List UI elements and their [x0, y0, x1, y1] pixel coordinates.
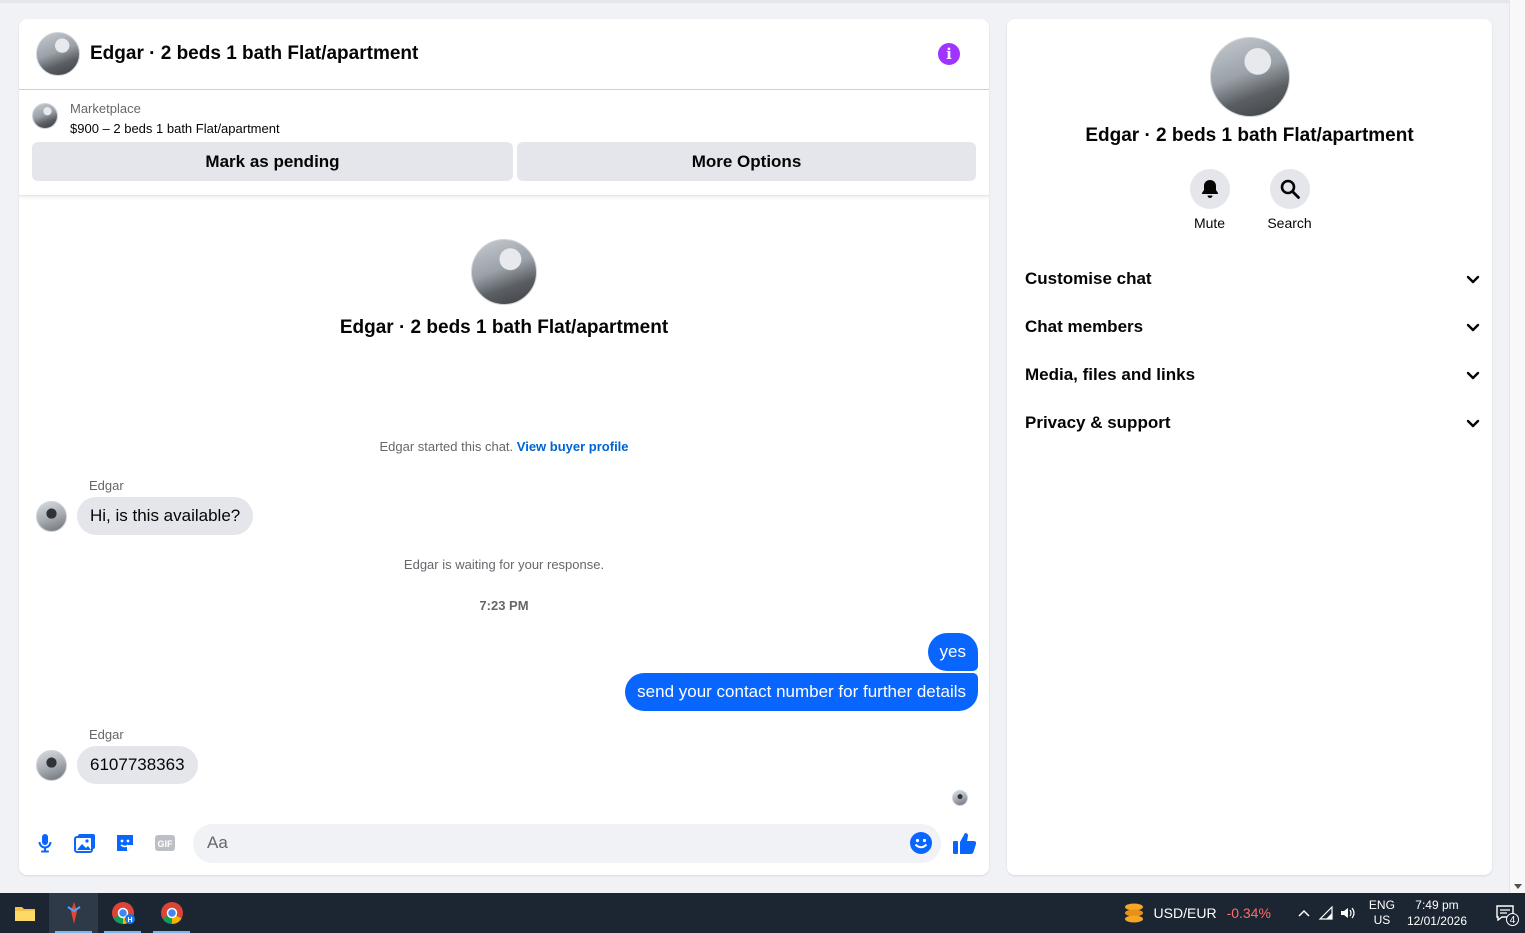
thread-intro-avatar[interactable]	[471, 239, 537, 305]
mute-label: Mute	[1193, 215, 1226, 231]
section-label: Customise chat	[1025, 269, 1152, 288]
message-input[interactable]	[207, 833, 909, 853]
chevron-down-icon	[1466, 275, 1480, 283]
sender-name: Edgar	[89, 727, 124, 742]
chat-started-text: Edgar started this chat.	[379, 439, 514, 454]
top-border	[0, 0, 1525, 3]
sender-avatar[interactable]	[36, 749, 67, 781]
listing-price-title[interactable]: $900 – 2 beds 1 bath Flat/apartment	[70, 121, 280, 136]
bell-icon[interactable]	[1189, 169, 1230, 209]
photo-icon[interactable]	[73, 831, 97, 855]
taskbar: H USD/EUR -0.34% ENG US 7:49 pm 12/01/20…	[0, 893, 1525, 933]
listing-thumbnail[interactable]	[32, 103, 58, 129]
listing-row[interactable]: Marketplace $900 – 2 beds 1 bath Flat/ap…	[32, 100, 976, 136]
search-label: Search	[1267, 215, 1312, 231]
listing-card: Marketplace $900 – 2 beds 1 bath Flat/ap…	[19, 90, 989, 196]
ticker-change: -0.34%	[1226, 905, 1271, 921]
message-input-wrapper	[193, 823, 941, 863]
chat-avatar[interactable]	[36, 32, 80, 76]
sender-avatar[interactable]	[36, 500, 67, 532]
chat-panel: Edgar · 2 beds 1 bath Flat/apartment i M…	[19, 19, 989, 875]
section-label: Media, files and links	[1025, 365, 1196, 384]
clock[interactable]: 7:49 pm 12/01/2026	[1407, 897, 1467, 929]
incoming-message-bubble[interactable]: 6107738363	[77, 746, 198, 784]
info-sections: Customise chat Chat members Media, files…	[1007, 255, 1492, 447]
view-buyer-profile-link[interactable]: View buyer profile	[517, 439, 629, 454]
file-explorer-icon[interactable]	[0, 893, 49, 933]
search-icon[interactable]	[1269, 169, 1310, 209]
gif-icon[interactable]: GIF	[153, 831, 177, 855]
clock-date: 12/01/2026	[1406, 914, 1467, 928]
mark-as-pending-button[interactable]: Mark as pending	[32, 142, 513, 181]
language-indicator[interactable]: ENG US	[1369, 898, 1395, 928]
chrome-profile-icon[interactable]: H	[98, 893, 147, 933]
currency-ticker[interactable]: USD/EUR -0.34%	[1122, 902, 1271, 924]
scroll-down-arrow[interactable]	[1514, 884, 1522, 889]
thumbs-up-icon[interactable]	[951, 829, 979, 857]
section-label: Chat members	[1025, 317, 1144, 336]
seen-indicator-avatar	[952, 790, 968, 806]
chat-title[interactable]: Edgar · 2 beds 1 bath Flat/apartment	[90, 43, 938, 65]
chevron-up-icon[interactable]	[1293, 893, 1315, 933]
info-avatar[interactable]	[1209, 37, 1290, 117]
coins-icon	[1124, 903, 1143, 923]
volume-icon[interactable]	[1337, 893, 1359, 933]
info-title: Edgar · 2 beds 1 bath Flat/apartment	[1085, 125, 1414, 146]
outgoing-message-bubble[interactable]: send your contact number for further det…	[625, 673, 978, 711]
listing-source: Marketplace	[70, 101, 141, 116]
incoming-message: 6107738363	[36, 746, 198, 784]
search-action[interactable]: Search	[1267, 169, 1312, 231]
chevron-down-icon	[1466, 371, 1480, 379]
svg-text:GIF: GIF	[158, 839, 174, 849]
wifi-icon[interactable]	[1315, 893, 1337, 933]
notification-center-icon[interactable]: 4	[1485, 893, 1525, 933]
app-taskbar-icon[interactable]	[49, 893, 98, 933]
microphone-icon[interactable]	[33, 831, 57, 855]
notification-count: 4	[1506, 913, 1519, 926]
language-code: ENG	[1368, 898, 1395, 912]
waiting-notice: Edgar is waiting for your response.	[403, 557, 605, 572]
chat-header: Edgar · 2 beds 1 bath Flat/apartment i	[19, 19, 989, 90]
sticker-icon[interactable]	[113, 831, 137, 855]
incoming-message-bubble[interactable]: Hi, is this available?	[77, 497, 254, 535]
info-header: Edgar · 2 beds 1 bath Flat/apartment	[1007, 19, 1492, 147]
incoming-message: Hi, is this available?	[36, 497, 254, 535]
page-scrollbar[interactable]	[1509, 0, 1525, 893]
message-thread[interactable]: Edgar · 2 beds 1 bath Flat/apartment Edg…	[19, 196, 989, 816]
section-media-files-links[interactable]: Media, files and links	[1025, 351, 1480, 399]
listing-text: Marketplace $900 – 2 beds 1 bath Flat/ap…	[70, 100, 280, 136]
section-customise-chat[interactable]: Customise chat	[1025, 255, 1480, 303]
system-tray: USD/EUR -0.34% ENG US 7:49 pm 12/01/2026…	[1122, 893, 1525, 933]
outgoing-message-bubble[interactable]: yes	[927, 633, 978, 671]
chrome-icon[interactable]	[147, 893, 196, 933]
emoji-icon[interactable]	[909, 831, 933, 855]
mute-action[interactable]: Mute	[1189, 169, 1230, 231]
message-timestamp: 7:23 PM	[479, 598, 529, 613]
sender-name: Edgar	[89, 478, 124, 493]
chevron-down-icon	[1466, 419, 1480, 427]
more-options-button[interactable]: More Options	[517, 142, 976, 181]
section-label: Privacy & support	[1025, 413, 1171, 432]
info-actions: Mute Search	[1007, 169, 1492, 231]
chat-info-panel: Edgar · 2 beds 1 bath Flat/apartment Mut…	[1007, 19, 1492, 875]
message-composer: GIF	[19, 811, 989, 875]
clock-time: 7:49 pm	[1415, 898, 1459, 912]
chevron-down-icon	[1466, 323, 1480, 331]
info-icon[interactable]: i	[938, 43, 960, 65]
section-chat-members[interactable]: Chat members	[1025, 303, 1480, 351]
section-privacy-support[interactable]: Privacy & support	[1025, 399, 1480, 447]
listing-actions: Mark as pending More Options	[32, 142, 976, 181]
chat-started-notice: Edgar started this chat. View buyer prof…	[19, 439, 989, 454]
thread-intro-title: Edgar · 2 beds 1 bath Flat/apartment	[339, 317, 669, 338]
svg-text:H: H	[127, 917, 132, 924]
ticker-label: USD/EUR	[1153, 905, 1217, 921]
thread-intro: Edgar · 2 beds 1 bath Flat/apartment	[19, 239, 989, 339]
keyboard-layout: US	[1373, 913, 1391, 927]
